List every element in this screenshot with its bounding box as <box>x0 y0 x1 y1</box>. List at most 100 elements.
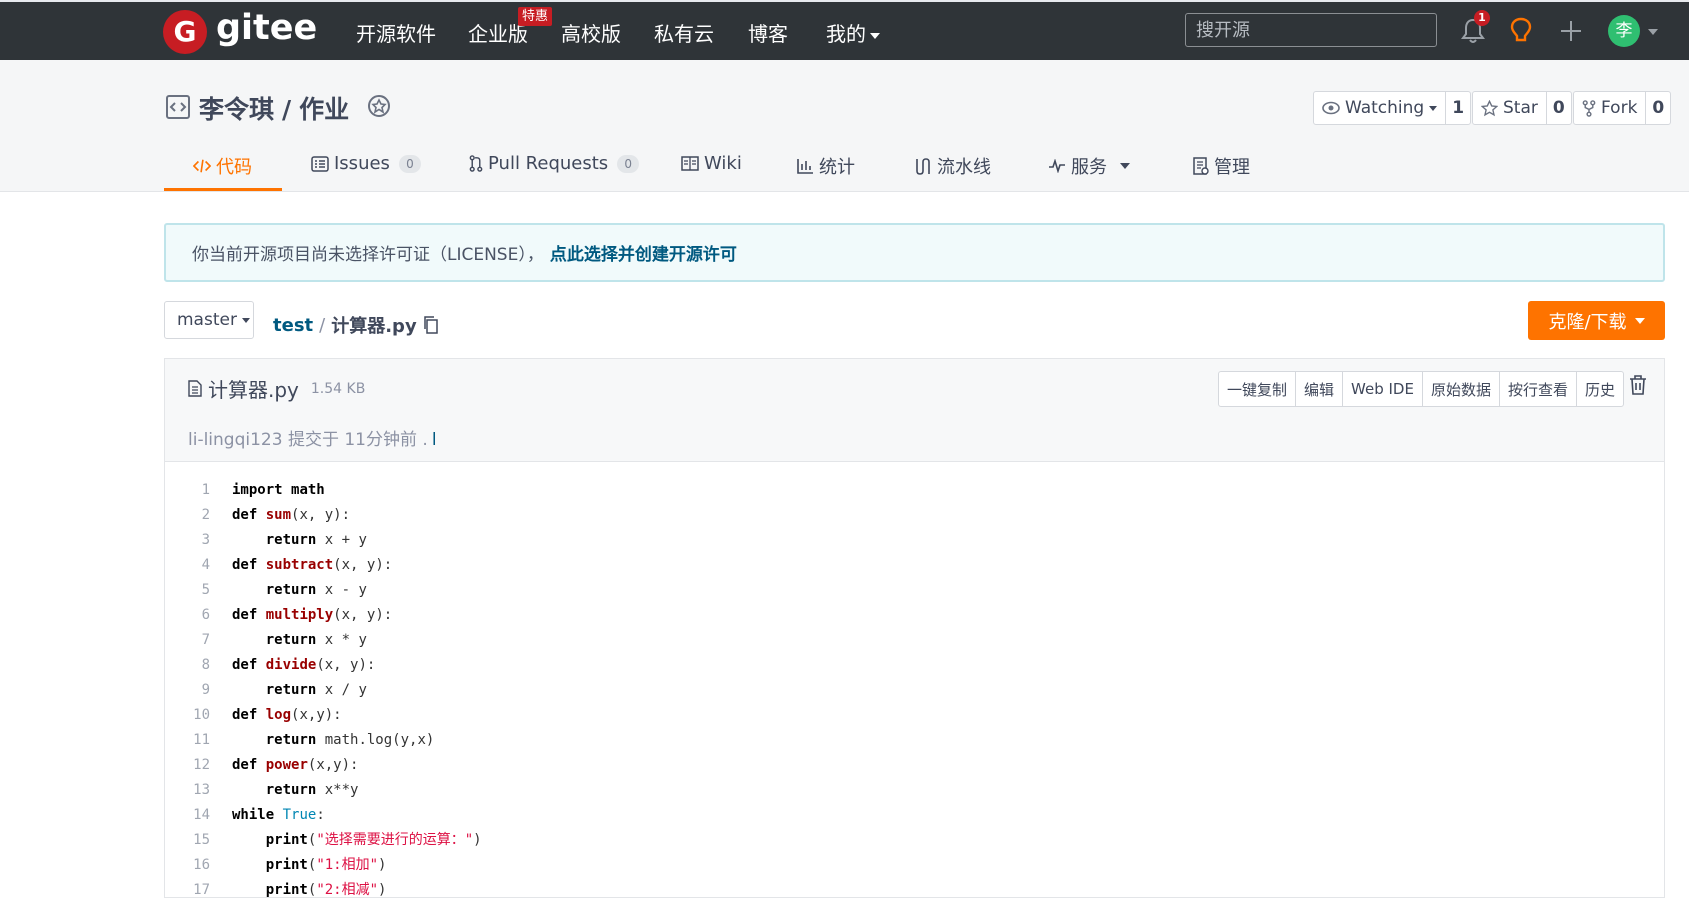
line-number[interactable]: 2 <box>164 503 232 528</box>
notification-count-badge: 1 <box>1474 10 1490 26</box>
code-token: return <box>265 632 317 648</box>
commit-hash-link[interactable]: l <box>432 430 437 450</box>
code-token: ) <box>378 882 387 898</box>
badge-award-icon[interactable] <box>366 94 392 122</box>
breadcrumb-dir-link[interactable]: test <box>273 315 313 336</box>
tab-manage[interactable]: 管理 <box>1193 153 1250 179</box>
branch-selector[interactable]: master <box>164 301 254 339</box>
code-token: return <box>265 682 317 698</box>
nav-open-source[interactable]: 开源软件 <box>356 18 436 47</box>
tab-pipeline[interactable]: 流水线 <box>914 153 991 179</box>
line-number[interactable]: 6 <box>164 603 232 628</box>
pull-request-icon <box>469 155 483 172</box>
star-button-group[interactable]: Star 0 <box>1472 91 1572 125</box>
avatar-chevron-down-icon[interactable] <box>1648 29 1658 35</box>
web-ide-button[interactable]: Web IDE <box>1343 372 1423 406</box>
watch-button[interactable]: Watching <box>1314 92 1447 124</box>
repo-code-icon <box>166 95 190 119</box>
code-token: math.log(y,x) <box>316 732 435 748</box>
star-label: Star <box>1503 98 1538 118</box>
fork-count[interactable]: 0 <box>1646 92 1670 124</box>
eye-icon <box>1322 101 1340 115</box>
line-number[interactable]: 15 <box>164 828 232 853</box>
tab-issues[interactable]: Issues 0 <box>311 153 421 174</box>
delete-icon[interactable] <box>1629 375 1647 395</box>
edit-button[interactable]: 编辑 <box>1296 372 1344 406</box>
commit-info[interactable]: li-lingqi123 提交于 11分钟前 . <box>188 430 428 450</box>
code-token: def <box>232 507 258 523</box>
branch-chevron-down-icon <box>241 317 250 323</box>
watch-count[interactable]: 1 <box>1446 92 1470 124</box>
nav-mine[interactable]: 我的 <box>826 18 880 47</box>
code-token: math <box>291 482 325 498</box>
gitee-logo-text[interactable]: gitee <box>216 8 317 48</box>
code-text: return x - y <box>232 578 367 603</box>
line-number[interactable]: 17 <box>164 878 232 903</box>
line-number[interactable]: 5 <box>164 578 232 603</box>
lightbulb-icon[interactable] <box>1509 16 1533 46</box>
code-line: 1 import math <box>164 478 1664 503</box>
line-number[interactable]: 11 <box>164 728 232 753</box>
repo-title: 李令琪 / 作业 <box>199 90 349 126</box>
code-line: 11 return math.log(y,x) <box>164 728 1664 753</box>
pull-requests-count-badge: 0 <box>617 154 640 173</box>
line-number[interactable]: 12 <box>164 753 232 778</box>
breadcrumb-separator: / <box>319 314 326 336</box>
clone-download-label: 克隆/下载 <box>1548 311 1627 333</box>
tab-stats[interactable]: 统计 <box>797 153 855 179</box>
code-token: print <box>265 882 308 898</box>
code-text: return x * y <box>232 628 367 653</box>
raw-button[interactable]: 原始数据 <box>1423 372 1500 406</box>
star-button[interactable]: Star <box>1473 92 1547 124</box>
line-number[interactable]: 8 <box>164 653 232 678</box>
clone-download-button[interactable]: 克隆/下载 <box>1528 301 1665 340</box>
line-number[interactable]: 9 <box>164 678 232 703</box>
plus-icon[interactable] <box>1560 20 1582 42</box>
gitee-logo-icon[interactable]: G <box>163 10 207 54</box>
line-number[interactable]: 3 <box>164 528 232 553</box>
code-text: print("选择需要进行的运算：") <box>232 828 482 853</box>
nav-private-cloud[interactable]: 私有云 <box>654 18 714 47</box>
code-token: x * y <box>316 632 367 648</box>
tab-pull-requests[interactable]: Pull Requests 0 <box>469 153 640 174</box>
user-avatar[interactable]: 李 <box>1608 15 1640 47</box>
tab-wiki[interactable]: Wiki <box>681 153 742 174</box>
fork-button-group[interactable]: Fork 0 <box>1573 91 1672 125</box>
nav-education[interactable]: 高校版 <box>561 18 621 47</box>
repo-name-link[interactable]: 作业 <box>299 95 349 124</box>
nav-blog[interactable]: 博客 <box>748 18 788 47</box>
clone-chevron-down-icon <box>1634 317 1645 324</box>
blame-button[interactable]: 按行查看 <box>1500 372 1577 406</box>
line-number[interactable]: 1 <box>164 478 232 503</box>
line-number[interactable]: 13 <box>164 778 232 803</box>
search-input[interactable] <box>1185 13 1437 47</box>
watch-button-group[interactable]: Watching 1 <box>1313 91 1472 125</box>
code-token: return <box>265 582 317 598</box>
copy-path-icon[interactable] <box>423 316 439 334</box>
tab-code[interactable]: 代码 <box>193 153 252 179</box>
code-line: 12 def power(x,y): <box>164 753 1664 778</box>
issues-count-badge: 0 <box>398 154 421 173</box>
history-button[interactable]: 历史 <box>1577 372 1623 406</box>
line-number[interactable]: 7 <box>164 628 232 653</box>
line-number[interactable]: 16 <box>164 853 232 878</box>
line-number[interactable]: 4 <box>164 553 232 578</box>
copy-all-button[interactable]: 一键复制 <box>1219 372 1297 406</box>
fork-button[interactable]: Fork <box>1574 92 1647 124</box>
tab-service[interactable]: 服务 <box>1048 153 1130 179</box>
breadcrumb-file: 计算器.py <box>331 316 417 337</box>
star-count[interactable]: 0 <box>1547 92 1571 124</box>
line-number[interactable]: 10 <box>164 703 232 728</box>
code-text: return x**y <box>232 778 359 803</box>
create-license-link[interactable]: 点此选择并创建开源许可 <box>550 240 737 265</box>
code-text: return math.log(y,x) <box>232 728 435 753</box>
repo-owner-link[interactable]: 李令琪 <box>199 95 274 124</box>
code-token: x / y <box>316 682 367 698</box>
line-number[interactable]: 14 <box>164 803 232 828</box>
fork-icon <box>1582 99 1596 117</box>
